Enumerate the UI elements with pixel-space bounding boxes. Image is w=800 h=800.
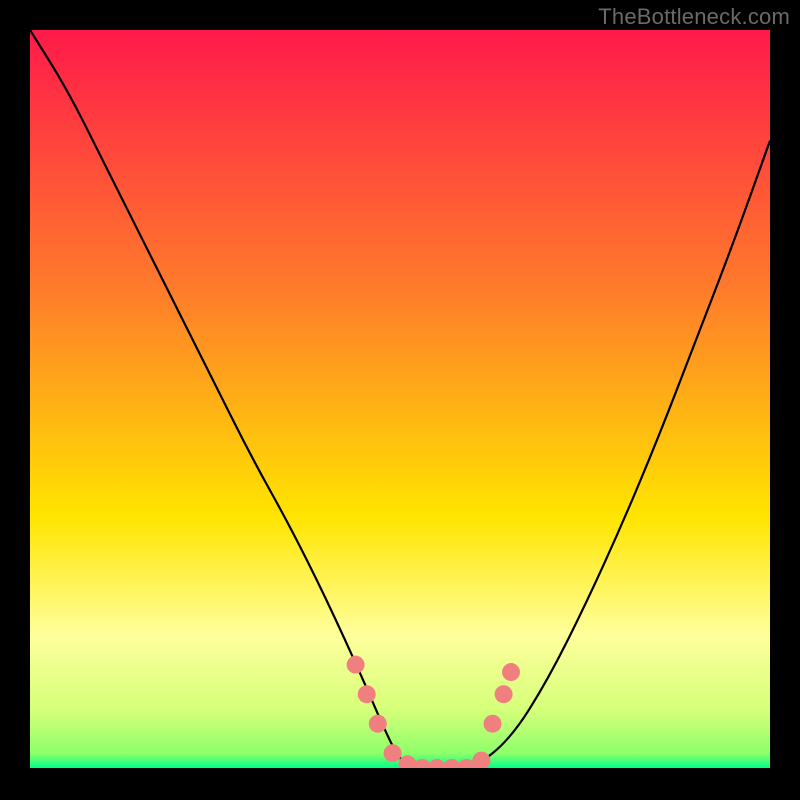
- sweet-spot-marker: [472, 752, 490, 770]
- frame-left: [0, 0, 30, 800]
- site-watermark: TheBottleneck.com: [598, 4, 790, 30]
- frame-right: [770, 0, 800, 800]
- sweet-spot-marker: [502, 663, 520, 681]
- frame-bottom: [0, 768, 800, 800]
- chart-stage: TheBottleneck.com: [0, 0, 800, 800]
- sweet-spot-marker: [358, 685, 376, 703]
- sweet-spot-marker: [369, 715, 387, 733]
- chart-svg: [0, 0, 800, 800]
- sweet-spot-marker: [484, 715, 502, 733]
- sweet-spot-marker: [495, 685, 513, 703]
- gradient-background: [30, 30, 770, 768]
- sweet-spot-marker: [347, 656, 365, 674]
- sweet-spot-marker: [384, 744, 402, 762]
